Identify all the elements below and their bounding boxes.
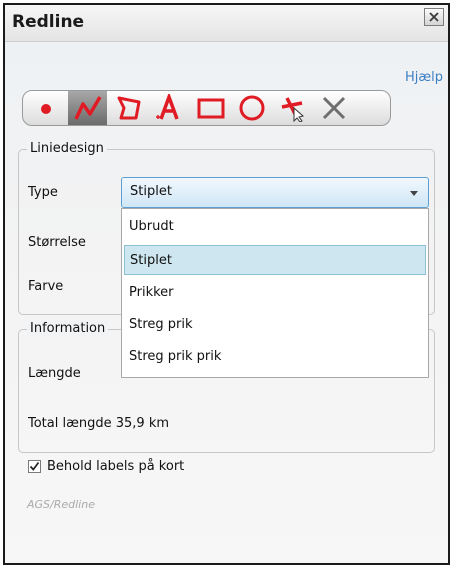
- keep-labels-checkbox[interactable]: [28, 460, 41, 473]
- polygon-tool-button[interactable]: [109, 91, 148, 125]
- title-bar: Redline: [5, 5, 448, 42]
- circle-icon: [239, 95, 265, 121]
- type-select-value: Stiplet: [130, 184, 172, 199]
- information-legend: Information: [27, 321, 109, 336]
- size-label: Størrelse: [28, 235, 86, 250]
- delete-tool-button[interactable]: [314, 91, 353, 125]
- type-option-streg-prik[interactable]: Streg prik: [124, 310, 426, 340]
- polyline-tool-button[interactable]: [68, 91, 107, 125]
- rectangle-icon: [197, 98, 225, 119]
- move-tool-button[interactable]: [273, 91, 312, 125]
- color-label: Farve: [28, 279, 64, 294]
- type-option-ubrudt[interactable]: Ubrudt: [124, 212, 426, 242]
- liniedesign-legend: Liniedesign: [27, 141, 107, 156]
- keep-labels-label: Behold labels på kort: [47, 459, 185, 474]
- panel-content: Hjælp Liniedesign Information Type Størr…: [5, 42, 448, 563]
- checkmark-icon: [29, 461, 40, 471]
- move-icon: [281, 97, 305, 122]
- point-icon: [41, 104, 51, 114]
- close-button[interactable]: [424, 8, 444, 26]
- type-label: Type: [28, 185, 58, 200]
- delete-icon: [322, 96, 346, 120]
- text-icon: [156, 94, 179, 120]
- type-dropdown-list: Ubrudt Stiplet Prikker Streg prik Streg …: [121, 208, 429, 378]
- redline-window: Redline Hjælp Liniedesign Information Ty…: [3, 3, 450, 565]
- circle-tool-button[interactable]: [232, 91, 271, 125]
- type-option-prikker[interactable]: Prikker: [124, 278, 426, 308]
- chevron-down-icon: [410, 191, 418, 196]
- total-length-text: Total længde 35,9 km: [28, 416, 170, 431]
- drawing-toolbar: [22, 90, 391, 126]
- close-icon: [429, 12, 439, 22]
- point-tool-button[interactable]: [27, 91, 66, 125]
- rectangle-tool-button[interactable]: [191, 91, 230, 125]
- window-title: Redline: [12, 12, 85, 32]
- polyline-icon: [74, 96, 102, 120]
- polygon-icon: [117, 96, 141, 120]
- text-tool-button[interactable]: [150, 91, 189, 125]
- length-label: Længde: [28, 366, 81, 381]
- type-option-streg-prik-prik[interactable]: Streg prik prik: [124, 342, 426, 372]
- footer-text: AGS/Redline: [27, 498, 95, 511]
- type-option-stiplet[interactable]: Stiplet: [124, 245, 426, 275]
- type-select[interactable]: Stiplet: [121, 177, 429, 208]
- help-link[interactable]: Hjælp: [405, 70, 443, 85]
